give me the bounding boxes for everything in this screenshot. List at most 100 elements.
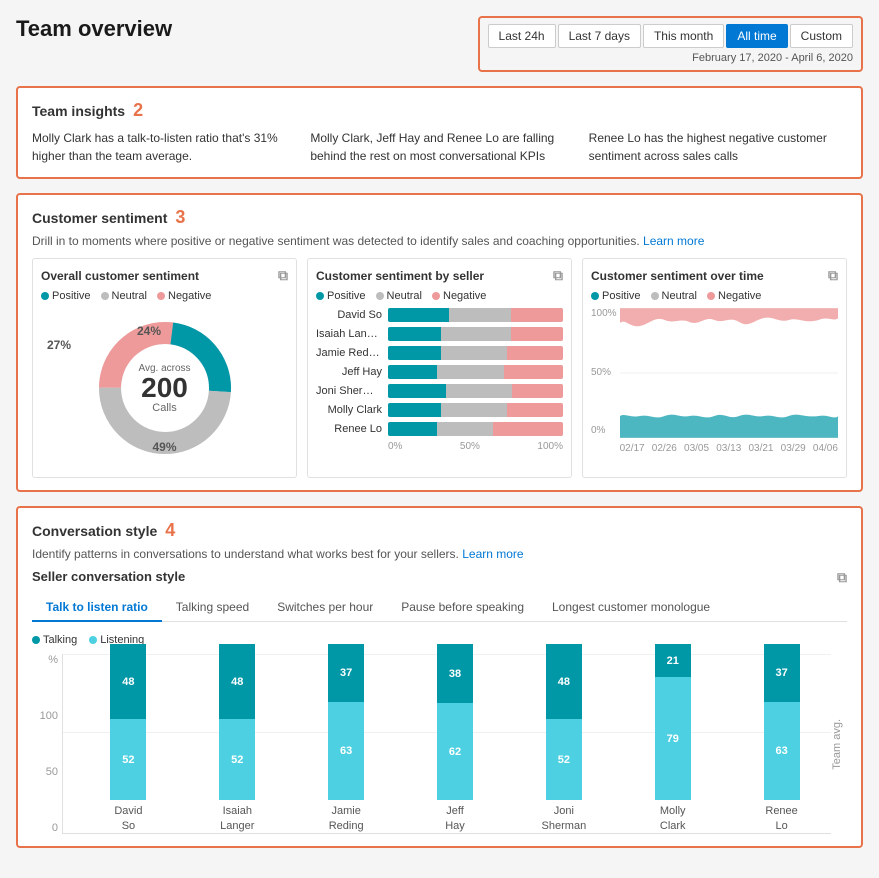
- bar-talking: 48: [110, 644, 146, 719]
- overtime-title: Customer sentiment over time ⧉: [591, 267, 838, 284]
- legend-negative: Negative: [157, 290, 211, 302]
- tab-monologue[interactable]: Longest customer monologue: [538, 594, 724, 622]
- btn-thismonth[interactable]: This month: [643, 24, 724, 48]
- btn-last7days[interactable]: Last 7 days: [558, 24, 641, 48]
- talk-bar-col: 4852 IsaiahLanger: [188, 644, 287, 833]
- page: Team overview Last 24h Last 7 days This …: [0, 0, 879, 878]
- btn-alltime[interactable]: All time: [726, 24, 787, 48]
- bar-talking: 21: [655, 644, 691, 677]
- copy-icon-conv[interactable]: ⧉: [837, 569, 847, 586]
- seller-bar-row: Jeff Hay: [316, 365, 563, 379]
- bar-col-label: JeffHay: [445, 804, 465, 833]
- y-100: 100: [40, 710, 58, 722]
- bar-seg-negative: [511, 308, 564, 322]
- tab-pause[interactable]: Pause before speaking: [387, 594, 538, 622]
- seller-legend: Positive Neutral Negative: [316, 290, 563, 302]
- bar-seg-positive: [388, 308, 449, 322]
- overtime-legend-positive: Positive: [591, 290, 641, 302]
- tab-talking-speed[interactable]: Talking speed: [162, 594, 263, 622]
- tab-switches[interactable]: Switches per hour: [263, 594, 387, 622]
- team-insights-title: Team insights 2: [32, 100, 847, 121]
- seller-dot-negative: [432, 292, 440, 300]
- page-title: Team overview: [16, 16, 172, 42]
- bar-seg-positive: [388, 346, 441, 360]
- ot-dot-negative: [707, 292, 715, 300]
- bar-seg-neutral: [441, 403, 508, 417]
- charts-row: Overall customer sentiment ⧉ Positive Ne…: [32, 258, 847, 478]
- seller-bar-row: Molly Clark: [316, 403, 563, 417]
- bar-seg-neutral: [449, 308, 510, 322]
- seller-legend-positive: Positive: [316, 290, 366, 302]
- bar-listening: 62: [437, 703, 473, 800]
- copy-icon-overall[interactable]: ⧉: [278, 267, 288, 284]
- bar-col-label: MollyClark: [660, 804, 686, 833]
- stacked-bar: 3763: [328, 644, 364, 800]
- legend-neutral: Neutral: [101, 290, 147, 302]
- step-badge-2: 2: [133, 100, 143, 121]
- dot-listening: [89, 636, 97, 644]
- pct-neutral: 49%: [152, 440, 176, 454]
- tab-talk-listen[interactable]: Talk to listen ratio: [32, 594, 162, 622]
- stacked-bar: 4852: [546, 644, 582, 800]
- talk-bar-col: 4852 DavidSo: [79, 644, 178, 833]
- seller-name: David So: [316, 309, 388, 321]
- insights-row: Molly Clark has a talk-to-listen ratio t…: [32, 129, 847, 165]
- bar-track: [388, 422, 563, 436]
- bar-col-label: JoniSherman: [542, 804, 587, 833]
- insight-item-1: Molly Clark, Jeff Hay and Renee Lo are f…: [310, 129, 568, 165]
- y-50: 50: [46, 766, 58, 778]
- bar-talking: 37: [764, 644, 800, 702]
- time-filter-buttons: Last 24h Last 7 days This month All time…: [488, 24, 853, 48]
- seller-dot-positive: [316, 292, 324, 300]
- copy-icon-seller[interactable]: ⧉: [553, 267, 563, 284]
- bar-seg-positive: [388, 327, 441, 341]
- insight-item-2: Renee Lo has the highest negative custom…: [589, 129, 847, 165]
- overall-sentiment-title: Overall customer sentiment ⧉: [41, 267, 288, 284]
- learn-more-sentiment[interactable]: Learn more: [643, 234, 704, 248]
- y-title: %: [48, 654, 58, 666]
- bar-listening: 79: [655, 677, 691, 800]
- talk-bar-col: 3862JeffHay: [406, 644, 505, 833]
- seller-bars: David SoIsaiah LangerJamie RedingJeff Ha…: [316, 308, 563, 436]
- bar-seg-negative: [511, 327, 564, 341]
- bar-seg-positive: [388, 384, 446, 398]
- bar-col-label: IsaiahLanger: [220, 804, 254, 833]
- btn-custom[interactable]: Custom: [790, 24, 853, 48]
- customer-sentiment-title: Customer sentiment 3: [32, 207, 847, 228]
- bar-listening: 63: [764, 702, 800, 800]
- bar-listening: 52: [219, 719, 255, 800]
- style-desc: Identify patterns in conversations to un…: [32, 547, 847, 561]
- copy-icon-time[interactable]: ⧉: [828, 267, 838, 284]
- bar-col-label: DavidSo: [114, 804, 142, 833]
- pct-negative: 27%: [47, 338, 71, 352]
- step-badge-4: 4: [165, 520, 175, 541]
- bar-listening: 52: [110, 719, 146, 800]
- bar-col-label: ReneeLo: [765, 804, 797, 833]
- header-row: Team overview Last 24h Last 7 days This …: [16, 16, 863, 72]
- bar-seg-negative: [504, 365, 564, 379]
- bar-seg-positive: [388, 422, 437, 436]
- bar-track: [388, 308, 563, 322]
- stacked-bar: 2179: [655, 644, 691, 800]
- learn-more-style[interactable]: Learn more: [462, 547, 523, 561]
- overtime-chart: Customer sentiment over time ⧉ Positive …: [582, 258, 847, 478]
- seller-legend-negative: Negative: [432, 290, 486, 302]
- dot-talking: [32, 636, 40, 644]
- seller-dot-neutral: [376, 292, 384, 300]
- bar-track: [388, 327, 563, 341]
- stacked-bar: 3763: [764, 644, 800, 800]
- sentiment-desc: Drill in to moments where positive or ne…: [32, 234, 847, 248]
- time-filter-section: Last 24h Last 7 days This month All time…: [478, 16, 863, 72]
- bar-track: [388, 384, 563, 398]
- area-svg-container: 02/17 02/26 03/05 03/13 03/21 03/29 04/0…: [620, 308, 838, 454]
- customer-sentiment-section: Customer sentiment 3 Drill in to moments…: [16, 193, 863, 492]
- seller-name: Joni Sherman: [316, 385, 388, 397]
- bar-seg-neutral: [446, 384, 513, 398]
- y-axis-overtime: 100% 50% 0%: [591, 308, 620, 438]
- seller-name: Jamie Reding: [316, 347, 388, 359]
- date-range: February 17, 2020 - April 6, 2020: [692, 52, 853, 64]
- calls-label: Calls: [138, 402, 190, 414]
- bar-track: [388, 403, 563, 417]
- bar-talking: 48: [219, 644, 255, 719]
- btn-last24h[interactable]: Last 24h: [488, 24, 556, 48]
